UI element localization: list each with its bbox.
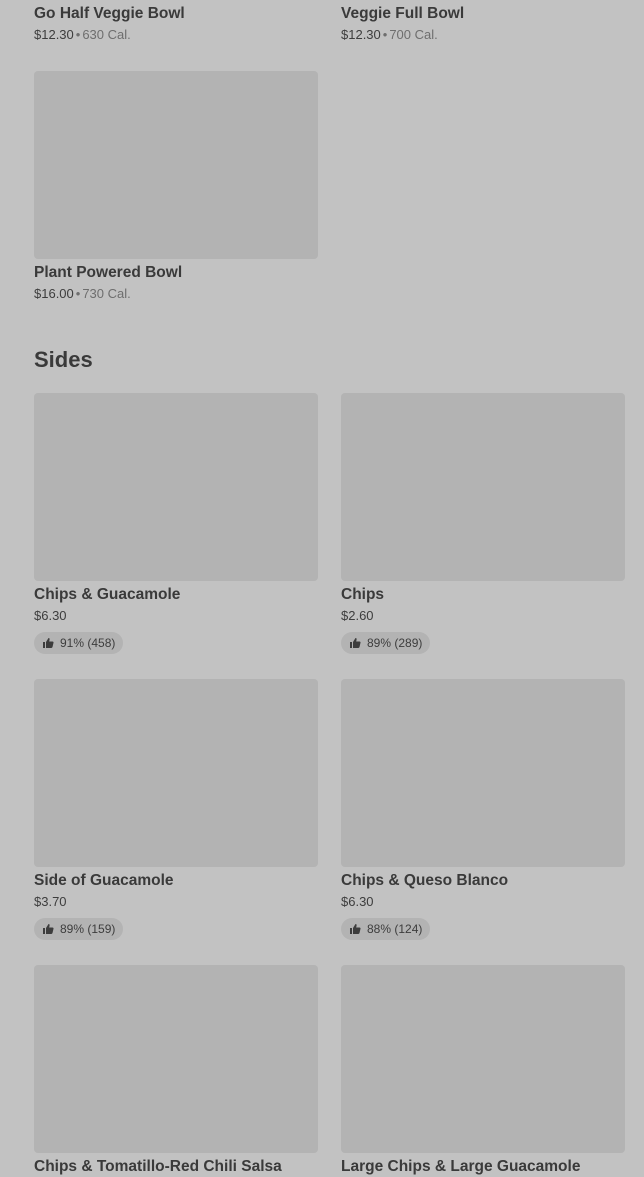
rating-badge: 91% (458) (34, 632, 124, 654)
thumbs-up-icon (43, 924, 54, 934)
rating-badge: 89% (289) (341, 632, 431, 654)
item-name: Large Chips & Large Guacamole (341, 1158, 581, 1175)
item-price: $6.30 (34, 608, 67, 623)
thumbs-up-icon (350, 638, 361, 648)
rating-badge: 88% (124) (341, 918, 431, 940)
item-name: Side of Guacamole (34, 872, 174, 889)
item-name: Chips & Guacamole (34, 586, 181, 603)
item-image (34, 71, 318, 259)
item-price: $16.00 (34, 286, 74, 301)
item-name: Go Half Veggie Bowl (34, 5, 185, 22)
item-image (34, 965, 318, 1153)
item-price: $12.30 (341, 27, 381, 42)
item-calories: 730 Cal. (82, 286, 131, 301)
item-image (341, 965, 625, 1153)
menu-item-card[interactable]: Chips & Queso Blanco $6.30 88% (124) (341, 679, 625, 940)
item-meta: $12.30 • 700 Cal. (341, 26, 625, 44)
item-price: $12.30 (34, 27, 74, 42)
item-image (341, 679, 625, 867)
menu-item-card[interactable]: Large Chips & Large Guacamole (341, 965, 625, 1177)
item-image (34, 393, 318, 581)
rating-value: 89% (159) (60, 922, 116, 936)
rating-badge: 89% (159) (34, 918, 124, 940)
menu-item-card[interactable]: Chips $2.60 89% (289) (341, 393, 625, 654)
item-price: $6.30 (341, 894, 374, 909)
menu-item-card[interactable]: Chips & Guacamole $6.30 91% (458) (34, 393, 318, 654)
menu-item-card[interactable]: Chips & Tomatillo-Red Chili Salsa (34, 965, 318, 1177)
item-calories: 700 Cal. (389, 27, 438, 42)
item-image (341, 393, 625, 581)
thumbs-up-icon (43, 638, 54, 648)
rating-value: 91% (458) (60, 636, 116, 650)
rating-value: 89% (289) (367, 636, 423, 650)
item-image (34, 679, 318, 867)
item-meta: $12.30 • 630 Cal. (34, 26, 318, 44)
item-name: Chips (341, 586, 385, 603)
menu-item-card[interactable]: Plant Powered Bowl $16.00 • 730 Cal. (34, 71, 318, 303)
rating-value: 88% (124) (367, 922, 423, 936)
menu-item-card[interactable]: Go Half Veggie Bowl $12.30 • 630 Cal. (34, 0, 318, 44)
item-name: Chips & Queso Blanco (341, 872, 509, 889)
item-name: Chips & Tomatillo-Red Chili Salsa (34, 1158, 282, 1175)
item-calories: 630 Cal. (82, 27, 131, 42)
item-price: $3.70 (34, 894, 67, 909)
item-price: $2.60 (341, 608, 374, 623)
item-name: Plant Powered Bowl (34, 264, 183, 281)
thumbs-up-icon (350, 924, 361, 934)
menu-item-card[interactable]: Veggie Full Bowl $12.30 • 700 Cal. (341, 0, 625, 44)
item-name: Veggie Full Bowl (341, 5, 465, 22)
section-title-sides: Sides (34, 347, 93, 372)
item-meta: $16.00 • 730 Cal. (34, 285, 318, 303)
menu-item-card[interactable]: Side of Guacamole $3.70 89% (159) (34, 679, 318, 940)
